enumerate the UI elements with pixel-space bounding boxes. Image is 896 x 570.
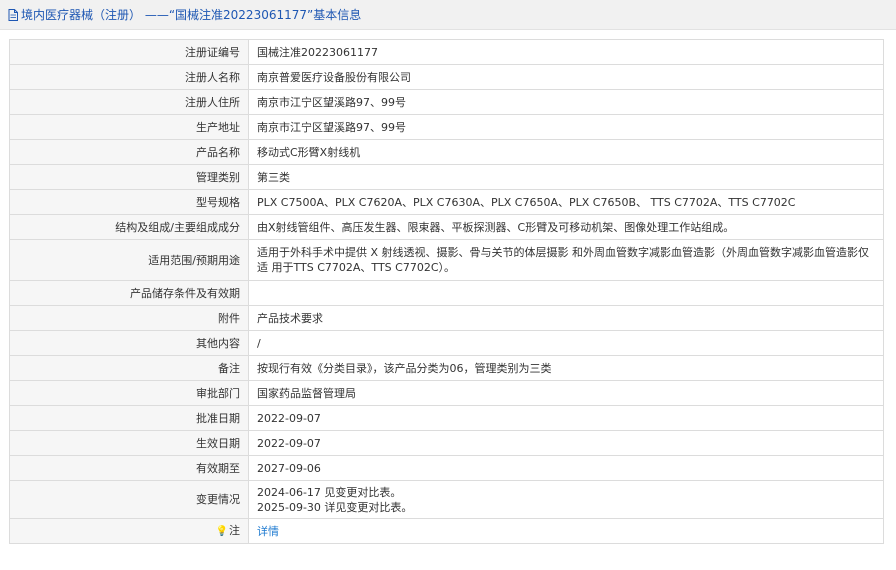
row-label: 结构及组成/主要组成成分 bbox=[9, 214, 249, 240]
row-value: 按现行有效《分类目录》，该产品分类为06，管理类别为三类 bbox=[248, 355, 884, 381]
row-label: 生效日期 bbox=[9, 430, 249, 456]
table-row: 备注 按现行有效《分类目录》，该产品分类为06，管理类别为三类 bbox=[9, 355, 884, 381]
row-label: 变更情况 bbox=[9, 480, 249, 519]
row-value: / bbox=[248, 330, 884, 356]
row-label: 适用范围/预期用途 bbox=[9, 239, 249, 281]
row-label: 批准日期 bbox=[9, 405, 249, 431]
table-row: 生效日期 2022-09-07 bbox=[9, 430, 884, 456]
row-label: 注册人名称 bbox=[9, 64, 249, 90]
row-label: 审批部门 bbox=[9, 380, 249, 406]
row-label: 生产地址 bbox=[9, 114, 249, 140]
table-row: 变更情况 2024-06-17 见变更对比表。 2025-09-30 详见变更对… bbox=[9, 480, 884, 519]
table-row: 注册证编号 国械注准20223061177 bbox=[9, 39, 884, 65]
device-info-table: 注册证编号 国械注准20223061177 注册人名称 南京普爱医疗设备股份有限… bbox=[9, 39, 884, 544]
row-label: 注册人住所 bbox=[9, 89, 249, 115]
lightbulb-icon: 💡 bbox=[215, 526, 228, 537]
row-label: 备注 bbox=[9, 355, 249, 381]
row-value: 产品技术要求 bbox=[248, 305, 884, 331]
table-row: 生产地址 南京市江宁区望溪路97、99号 bbox=[9, 114, 884, 140]
row-value: 2027-09-06 bbox=[248, 455, 884, 481]
row-value: 适用于外科手术中提供 X 射线透视、摄影、骨与关节的体层摄影 和外周血管数字减影… bbox=[248, 239, 884, 281]
row-value: 第三类 bbox=[248, 164, 884, 190]
row-label: 其他内容 bbox=[9, 330, 249, 356]
row-label: 型号规格 bbox=[9, 189, 249, 215]
details-link[interactable]: 详情 bbox=[257, 525, 279, 538]
row-value: 详情 bbox=[248, 518, 884, 544]
table-row: 产品名称 移动式C形臂X射线机 bbox=[9, 139, 884, 165]
row-label: 产品名称 bbox=[9, 139, 249, 165]
row-value: 南京市江宁区望溪路97、99号 bbox=[248, 114, 884, 140]
change-history: 2024-06-17 见变更对比表。 2025-09-30 详见变更对比表。 bbox=[248, 480, 884, 519]
table-row: 批准日期 2022-09-07 bbox=[9, 405, 884, 431]
table-row: 注册人名称 南京普爱医疗设备股份有限公司 bbox=[9, 64, 884, 90]
row-label: 有效期至 bbox=[9, 455, 249, 481]
table-row: 审批部门 国家药品监督管理局 bbox=[9, 380, 884, 406]
table-row: 结构及组成/主要组成成分 由X射线管组件、高压发生器、限束器、平板探测器、C形臂… bbox=[9, 214, 884, 240]
row-label: 附件 bbox=[9, 305, 249, 331]
row-value: 国家药品监督管理局 bbox=[248, 380, 884, 406]
table-row: 适用范围/预期用途 适用于外科手术中提供 X 射线透视、摄影、骨与关节的体层摄影… bbox=[9, 239, 884, 281]
page-title: 境内医疗器械（注册） ——“国械注准20223061177”基本信息 bbox=[21, 8, 362, 22]
table-row: 注册人住所 南京市江宁区望溪路97、99号 bbox=[9, 89, 884, 115]
table-row: 有效期至 2027-09-06 bbox=[9, 455, 884, 481]
row-label: 注册证编号 bbox=[9, 39, 249, 65]
row-value: 国械注准20223061177 bbox=[248, 39, 884, 65]
table-row: 型号规格 PLX C7500A、PLX C7620A、PLX C7630A、PL… bbox=[9, 189, 884, 215]
row-value: 移动式C形臂X射线机 bbox=[248, 139, 884, 165]
row-value: 南京市江宁区望溪路97、99号 bbox=[248, 89, 884, 115]
row-value: 2022-09-07 bbox=[248, 430, 884, 456]
table-row: 附件 产品技术要求 bbox=[9, 305, 884, 331]
row-value bbox=[248, 280, 884, 306]
document-icon bbox=[8, 8, 19, 21]
page-header: 境内医疗器械（注册） ——“国械注准20223061177”基本信息 bbox=[0, 0, 896, 30]
change-entry: 2024-06-17 见变更对比表。 bbox=[257, 485, 402, 499]
change-entry: 2025-09-30 详见变更对比表。 bbox=[257, 500, 413, 514]
row-value: 2022-09-07 bbox=[248, 405, 884, 431]
row-value: 由X射线管组件、高压发生器、限束器、平板探测器、C形臂及可移动机架、图像处理工作… bbox=[248, 214, 884, 240]
row-value: PLX C7500A、PLX C7620A、PLX C7630A、PLX C76… bbox=[248, 189, 884, 215]
row-label: 产品储存条件及有效期 bbox=[9, 280, 249, 306]
row-value: 南京普爱医疗设备股份有限公司 bbox=[248, 64, 884, 90]
row-label: 💡注 bbox=[9, 518, 249, 544]
note-label: 注 bbox=[229, 524, 240, 537]
table-row: 💡注 详情 bbox=[9, 518, 884, 544]
table-row: 其他内容 / bbox=[9, 330, 884, 356]
row-label: 管理类别 bbox=[9, 164, 249, 190]
table-row: 管理类别 第三类 bbox=[9, 164, 884, 190]
table-row: 产品储存条件及有效期 bbox=[9, 280, 884, 306]
